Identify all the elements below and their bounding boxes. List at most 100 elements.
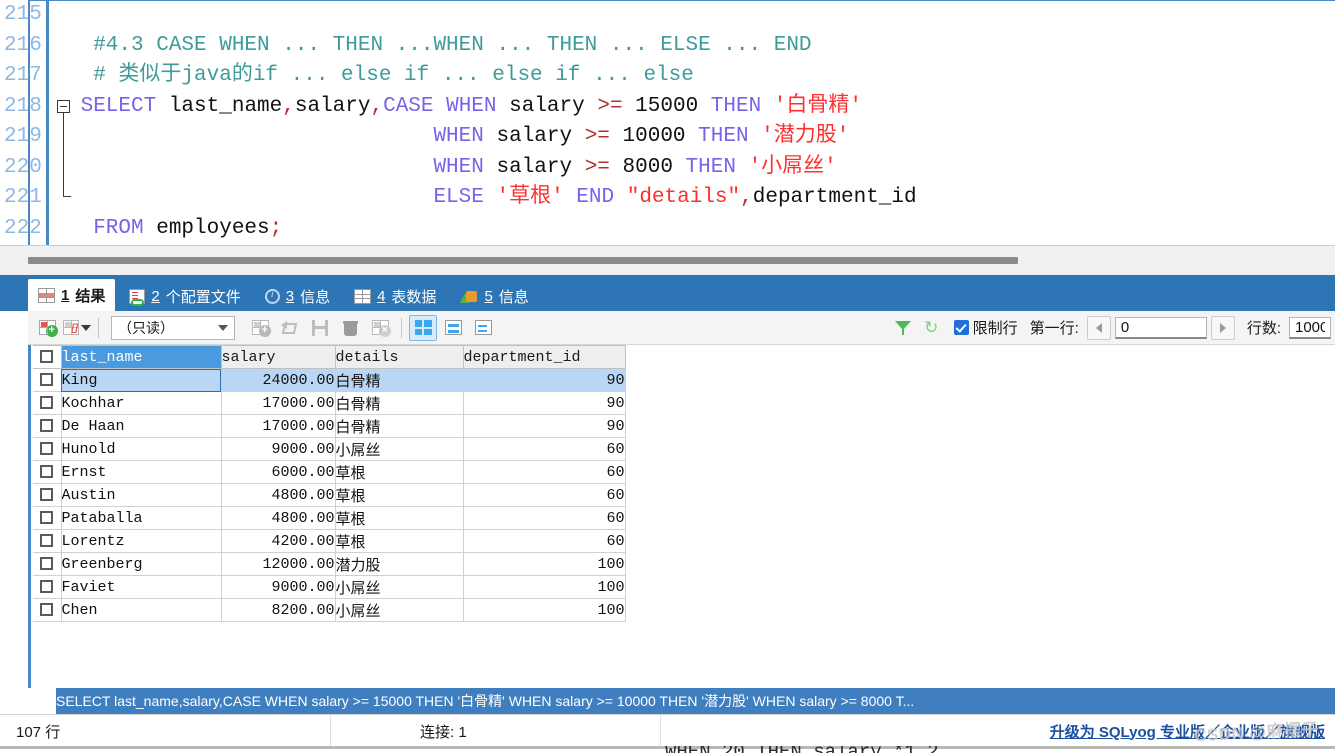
editor-content[interactable]: 215 216 #4.3 CASE WHEN ... THEN ...WHEN .… [0, 0, 1335, 245]
table-row[interactable]: Austin 4800.00 草根 60 [33, 483, 626, 507]
cell-details[interactable]: 白骨精 [335, 391, 464, 415]
cell-last-name[interactable]: Pataballa [61, 506, 222, 530]
cell-department-id[interactable]: 60 [463, 460, 626, 484]
column-header-department-id[interactable]: department_id [463, 345, 626, 369]
cell-department-id[interactable]: 60 [463, 529, 626, 553]
code-line[interactable]: 219 WHEN salary >= 10000 THEN '潜力股' [0, 122, 1335, 153]
cell-last-name[interactable]: Hunold [61, 437, 222, 461]
first-row-prev-button[interactable] [1086, 315, 1111, 340]
code-line[interactable]: 221 ELSE '草根' END "details",department_i… [0, 183, 1335, 214]
cell-details[interactable]: 草根 [335, 506, 464, 530]
limit-rows-checkbox[interactable] [953, 320, 969, 335]
cell-last-name[interactable]: Faviet [61, 575, 222, 599]
cell-details[interactable]: 白骨精 [335, 414, 464, 438]
cell-department-id[interactable]: 60 [463, 437, 626, 461]
table-row[interactable]: Greenberg 12000.00 潜力股 100 [33, 552, 626, 576]
cell-salary[interactable]: 12000.00 [221, 552, 336, 576]
cell-details[interactable]: 小屌丝 [335, 575, 464, 599]
cell-department-id[interactable]: 90 [463, 414, 626, 438]
row-checkbox[interactable] [40, 557, 54, 571]
cell-salary[interactable]: 17000.00 [221, 391, 336, 415]
table-row[interactable]: Kochhar 17000.00 白骨精 90 [33, 391, 626, 415]
table-row[interactable]: Hunold 9000.00 小屌丝 60 [33, 437, 626, 461]
blob-dropdown-button[interactable]: [] [63, 315, 91, 341]
table-row[interactable]: Chen 8200.00 小屌丝 100 [33, 598, 626, 622]
cell-department-id[interactable]: 100 [463, 552, 626, 576]
row-select-cell[interactable] [33, 460, 62, 484]
table-body[interactable]: King 24000.00 白骨精 90 Kochhar 17000.00 白骨精 90 De … [33, 368, 626, 622]
table-row[interactable]: Faviet 9000.00 小屌丝 100 [33, 575, 626, 599]
table-row[interactable]: De Haan 17000.00 白骨精 90 [33, 414, 626, 438]
code-line[interactable]: 222 FROM employees; [0, 214, 1335, 245]
cell-salary[interactable]: 9000.00 [221, 575, 336, 599]
cell-details[interactable]: 小屌丝 [335, 598, 464, 622]
result-table[interactable]: last_name salary details department_id K… [33, 345, 626, 622]
cell-salary[interactable]: 9000.00 [221, 437, 336, 461]
cell-details[interactable]: 草根 [335, 460, 464, 484]
column-header-details[interactable]: details [335, 345, 464, 369]
view-form-button[interactable] [439, 315, 467, 341]
cell-last-name[interactable]: Ernst [61, 460, 222, 484]
view-text-button[interactable] [469, 315, 497, 341]
row-select-cell[interactable] [33, 368, 62, 392]
column-header-last-name[interactable]: last_name [61, 345, 222, 369]
cell-details[interactable]: 小屌丝 [335, 437, 464, 461]
first-row-input[interactable] [1114, 316, 1207, 339]
cell-salary[interactable]: 4800.00 [221, 483, 336, 507]
table-row[interactable]: King 24000.00 白骨精 90 [33, 368, 626, 392]
row-select-cell[interactable] [33, 437, 62, 461]
cell-details[interactable]: 白骨精 [335, 368, 464, 392]
row-checkbox[interactable] [40, 442, 54, 456]
cell-details[interactable]: 草根 [335, 483, 464, 507]
revert-changes-button[interactable] [276, 315, 304, 341]
tab-messages[interactable]: 5 信息 [450, 281, 538, 311]
row-checkbox[interactable] [40, 511, 54, 525]
row-select-cell[interactable] [33, 552, 62, 576]
refresh-button[interactable]: ↻ [919, 315, 947, 341]
cell-last-name[interactable]: Austin [61, 483, 222, 507]
tab-table-data[interactable]: 4 表数据 [344, 281, 446, 311]
code-line[interactable]: 215 [0, 0, 1335, 31]
grid-toolbar[interactable]: + [] （只读） + × ↻ 限制行 第一行: 0 行数: 1000 [28, 311, 1335, 345]
insert-row-button[interactable]: + [33, 315, 61, 341]
tab-results[interactable]: 1 结果 [28, 279, 116, 311]
result-grid[interactable]: last_name salary details department_id K… [28, 345, 1335, 688]
discard-record-button[interactable]: × [366, 315, 394, 341]
row-select-cell[interactable] [33, 391, 62, 415]
sql-editor[interactable]: 215 216 #4.3 CASE WHEN ... THEN ...WHEN .… [0, 0, 1335, 245]
cell-last-name[interactable]: Greenberg [61, 552, 222, 576]
code-line[interactable]: 218 SELECT last_name,salary,CASE WHEN sa… [0, 92, 1335, 123]
save-changes-button[interactable] [306, 315, 334, 341]
row-select-cell[interactable] [33, 414, 62, 438]
cell-last-name[interactable]: Kochhar [61, 391, 222, 415]
cell-salary[interactable]: 8200.00 [221, 598, 336, 622]
table-row[interactable]: Pataballa 4800.00 草根 60 [33, 506, 626, 530]
cell-last-name[interactable]: King [61, 368, 222, 392]
cell-details[interactable]: 草根 [335, 529, 464, 553]
code-fold-collapse-icon[interactable] [57, 100, 70, 113]
result-tab-bar[interactable]: 1 结果 2 个配置文件 3 信息 4 表数据 5 信息 [0, 275, 1335, 311]
row-select-cell[interactable] [33, 529, 62, 553]
column-header-salary[interactable]: salary [221, 345, 336, 369]
row-count-input[interactable] [1289, 316, 1331, 339]
view-grid-button[interactable] [409, 314, 437, 341]
code-line[interactable]: 220 WHEN salary >= 8000 THEN '小屌丝' [0, 153, 1335, 184]
cell-department-id[interactable]: 100 [463, 575, 626, 599]
cell-department-id[interactable]: 90 [463, 391, 626, 415]
row-checkbox[interactable] [40, 534, 54, 548]
row-checkbox[interactable] [40, 419, 54, 433]
filter-button[interactable] [889, 315, 917, 341]
table-row[interactable]: Lorentz 4200.00 草根 60 [33, 529, 626, 553]
row-checkbox[interactable] [40, 396, 54, 410]
code-line[interactable]: 217 # 类似于java的if ... else if ... else if… [0, 61, 1335, 92]
first-row-next-button[interactable] [1210, 315, 1235, 340]
cell-salary[interactable]: 6000.00 [221, 460, 336, 484]
row-select-cell[interactable] [33, 506, 62, 530]
row-select-cell[interactable] [33, 483, 62, 507]
tab-info[interactable]: 3 信息 [255, 281, 340, 311]
table-row[interactable]: Ernst 6000.00 草根 60 [33, 460, 626, 484]
select-all-checkbox[interactable] [40, 350, 54, 364]
cell-department-id[interactable]: 60 [463, 483, 626, 507]
row-checkbox[interactable] [40, 580, 54, 594]
editor-horizontal-scrollbar[interactable] [0, 245, 1335, 276]
